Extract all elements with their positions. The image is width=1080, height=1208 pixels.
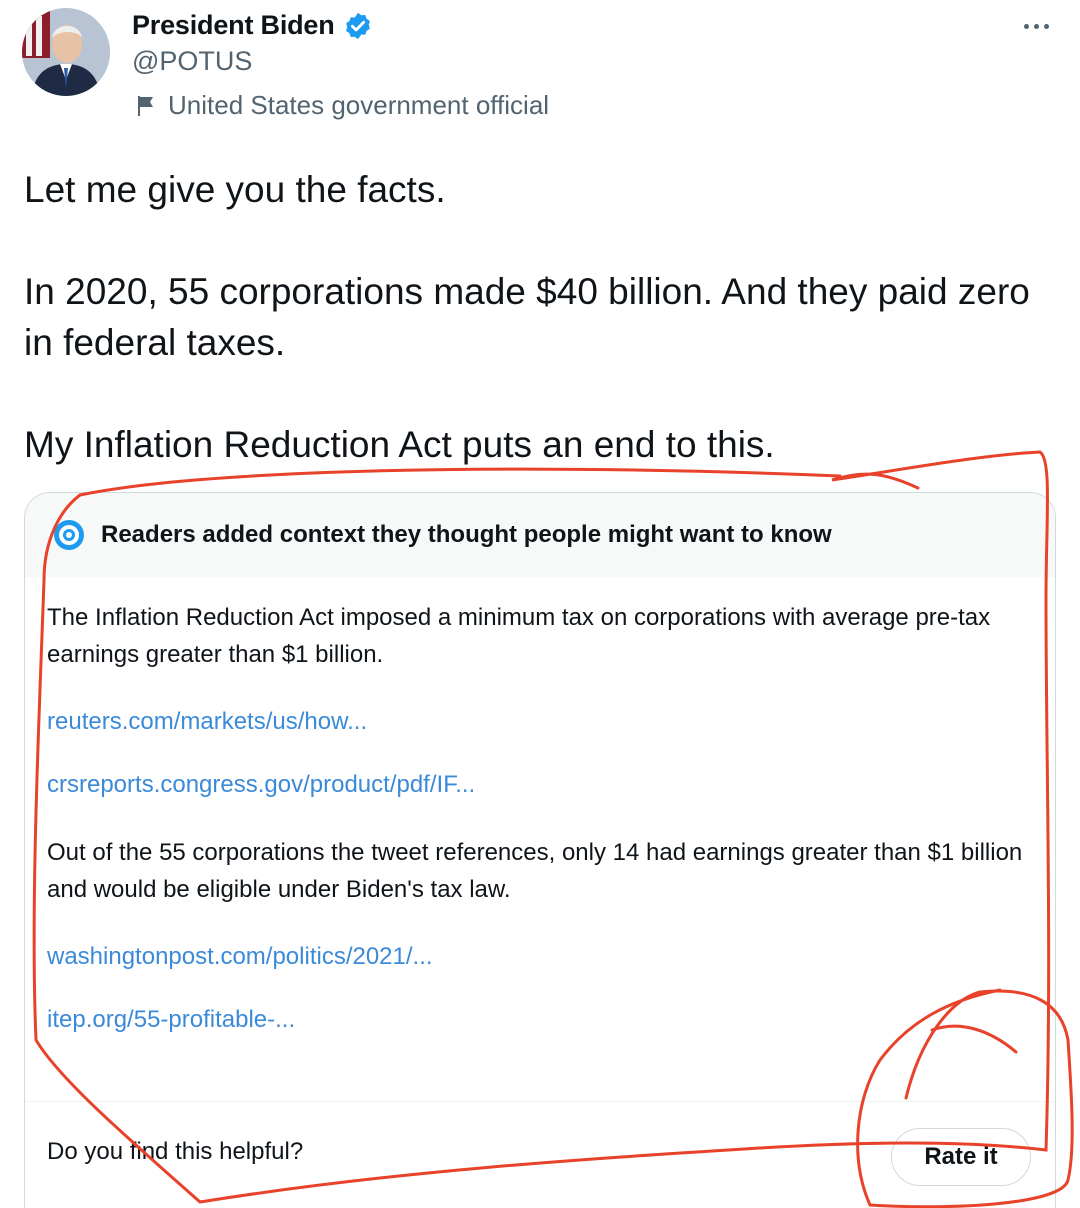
author-name-row: President Biden <box>132 10 373 41</box>
community-notes-icon <box>54 520 84 550</box>
verified-badge-icon <box>345 12 370 39</box>
note-source-link[interactable]: washingtonpost.com/politics/2021/... <box>47 943 1033 971</box>
community-note-body: The Inflation Reduction Act imposed a mi… <box>25 577 1055 1034</box>
community-note-footer: Do you find this helpful? Rate it <box>25 1101 1055 1201</box>
helpful-question: Do you find this helpful? <box>47 1137 304 1165</box>
note-paragraph: The Inflation Reduction Act imposed a mi… <box>47 604 991 668</box>
tweet-paragraph: In 2020, 55 corporations made $40 billio… <box>24 271 1030 363</box>
community-note-header-text: Readers added context they thought peopl… <box>101 521 832 548</box>
avatar-image <box>22 8 110 96</box>
note-source-link[interactable]: reuters.com/markets/us/how... <box>47 708 1033 736</box>
community-note-card: Readers added context they thought peopl… <box>24 492 1056 1208</box>
author-display-name[interactable]: President Biden <box>132 10 335 41</box>
author-handle[interactable]: @POTUS <box>132 46 252 77</box>
tweet-paragraph: My Inflation Reduction Act puts an end t… <box>24 424 775 465</box>
note-source-link[interactable]: itep.org/55-profitable-... <box>47 1006 1033 1034</box>
government-label[interactable]: United States government official <box>168 90 549 121</box>
tweet-paragraph: Let me give you the facts. <box>24 169 446 210</box>
rate-it-button[interactable]: Rate it <box>891 1128 1031 1186</box>
community-note-header: Readers added context they thought peopl… <box>25 493 1055 577</box>
flag-icon <box>138 95 153 116</box>
avatar[interactable] <box>22 8 110 96</box>
tweet-text: Let me give you the facts. In 2020, 55 c… <box>24 164 1064 470</box>
note-paragraph: Out of the 55 corporations the tweet ref… <box>47 839 1023 903</box>
government-label-row: United States government official <box>134 90 549 121</box>
note-source-link[interactable]: crsreports.congress.gov/product/pdf/IF..… <box>47 771 1033 799</box>
more-options-icon[interactable] <box>1018 14 1054 38</box>
